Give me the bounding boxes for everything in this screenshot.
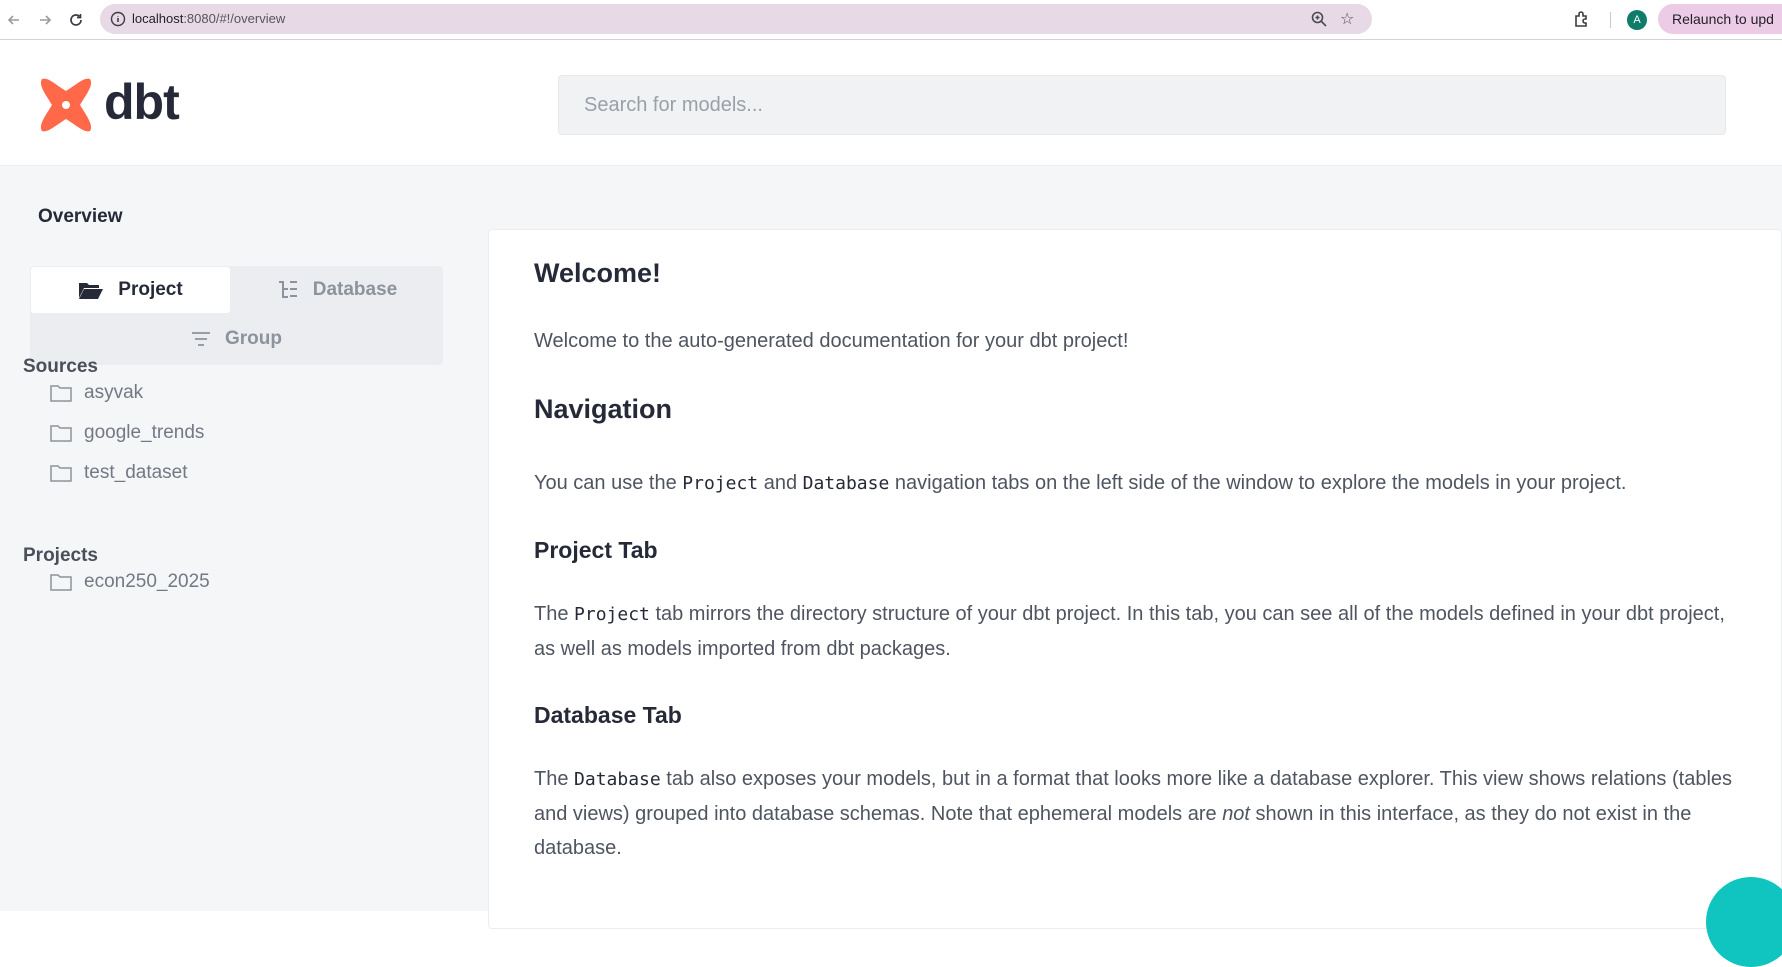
database-tab-heading: Database Tab: [534, 702, 682, 728]
overview-card: Welcome! Welcome to the auto-generated d…: [488, 229, 1782, 929]
folder-icon: [50, 464, 72, 482]
address-bar[interactable]: localhost:8080/#!/overview ☆: [100, 4, 1372, 34]
extensions-icon[interactable]: [1572, 9, 1592, 29]
overview-content: Welcome! Welcome to the auto-generated d…: [534, 258, 1744, 901]
source-item-google-trends[interactable]: google_trends: [50, 418, 204, 448]
tab-group-label: Group: [225, 328, 282, 349]
url-text[interactable]: localhost:8080/#!/overview: [132, 11, 285, 26]
hierarchy-icon: [277, 279, 299, 301]
sidebar: Overview Project Database Group Sources …: [0, 166, 488, 911]
dbt-logo-icon: [40, 78, 92, 132]
tab-database[interactable]: Database: [232, 267, 442, 313]
folder-icon: [50, 573, 72, 591]
source-item-label: asyvak: [84, 382, 144, 403]
zoom-icon[interactable]: [1310, 10, 1328, 28]
dbt-logo[interactable]: dbt: [36, 74, 196, 135]
folder-open-icon: [78, 280, 104, 300]
source-item-label: google_trends: [84, 422, 205, 443]
relaunch-button[interactable]: Relaunch to upd: [1658, 4, 1782, 34]
source-item-label: test_dataset: [84, 462, 188, 483]
bookmark-star-icon[interactable]: ☆: [1340, 9, 1358, 28]
browser-toolbar: localhost:8080/#!/overview ☆ A Relaunch …: [0, 0, 1782, 40]
project-tab-text: The Project tab mirrors the directory st…: [534, 603, 1725, 660]
forward-icon[interactable]: [33, 8, 57, 32]
folder-icon: [50, 384, 72, 402]
search-input[interactable]: [558, 75, 1726, 135]
nav-tabs: Project Database Group: [30, 266, 443, 365]
overview-link[interactable]: Overview: [38, 206, 123, 228]
sources-heading: Sources: [23, 356, 98, 377]
navigation-text: You can use the Project and Database nav…: [534, 472, 1627, 494]
project-item-label: econ250_2025: [84, 571, 210, 592]
navigation-heading: Navigation: [534, 394, 673, 424]
welcome-text: Welcome to the auto-generated documentat…: [534, 330, 1129, 352]
folder-icon: [50, 424, 72, 442]
tab-project-label: Project: [118, 279, 183, 300]
back-icon[interactable]: [2, 8, 26, 32]
project-item-econ250-2025[interactable]: econ250_2025: [50, 567, 210, 597]
tab-project[interactable]: Project: [31, 267, 230, 313]
projects-heading: Projects: [23, 545, 98, 566]
tab-database-label: Database: [312, 279, 398, 300]
profile-avatar[interactable]: A: [1627, 10, 1647, 30]
app-header: dbt: [0, 40, 1782, 166]
site-info-icon[interactable]: [110, 11, 126, 27]
source-item-asyvak[interactable]: asyvak: [50, 378, 143, 408]
toolbar-divider: [1610, 12, 1611, 28]
logo-text: dbt: [104, 74, 180, 130]
lineage-graph-button[interactable]: [1706, 877, 1782, 967]
main-panel: Welcome! Welcome to the auto-generated d…: [488, 166, 1782, 929]
reload-icon[interactable]: [64, 8, 88, 32]
welcome-heading: Welcome!: [534, 258, 662, 288]
source-item-test-dataset[interactable]: test_dataset: [50, 458, 188, 488]
project-tab-heading: Project Tab: [534, 537, 658, 563]
database-tab-text: The Database tab also exposes your model…: [534, 768, 1733, 859]
filter-lines-icon: [191, 330, 211, 348]
